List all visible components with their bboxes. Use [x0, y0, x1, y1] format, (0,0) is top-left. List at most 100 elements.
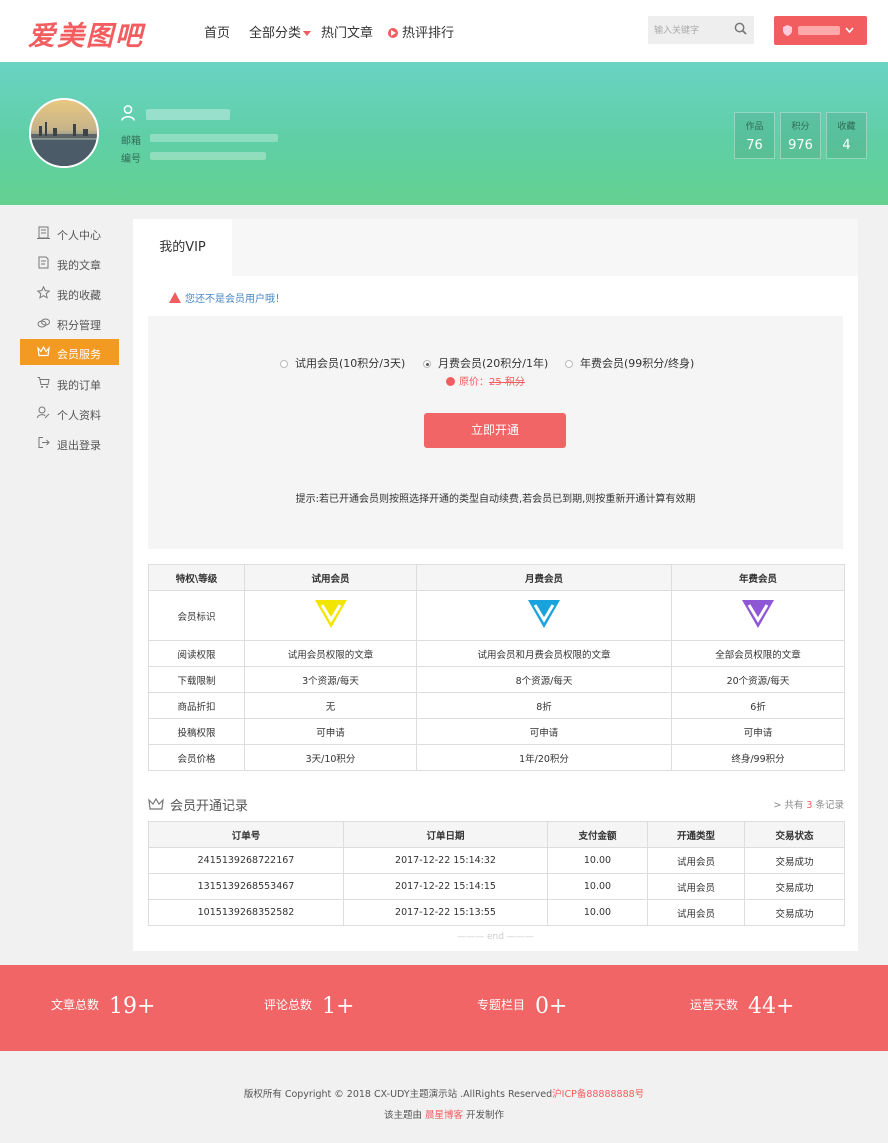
stat-running-days: 运营天数 44+: [690, 994, 794, 1019]
table-cell: [244, 590, 417, 641]
sidebar-item-label: 退出登录: [57, 439, 101, 452]
play-icon: [388, 28, 398, 38]
table-cell: 2017-12-22 15:14:32: [343, 847, 548, 874]
table-cell: 6折: [671, 692, 845, 719]
records-title-text: 会员开通记录: [170, 799, 249, 814]
records-table: 订单号 订单日期 支付金额 开通类型 交易状态 2415139268722167…: [148, 821, 845, 926]
stat-value: 1+: [322, 994, 355, 1019]
icp-link[interactable]: 沪ICP备88888888号: [552, 1089, 644, 1100]
avatar[interactable]: [29, 98, 99, 168]
table-cell: 1015139268352582: [148, 899, 344, 926]
table-row: 会员标识: [148, 590, 845, 641]
sidebar-item-logout[interactable]: 退出登录: [20, 430, 119, 456]
sidebar-item-articles[interactable]: 我的文章: [20, 250, 119, 276]
table-cell: 10.00: [547, 899, 648, 926]
crown-icon: [37, 345, 50, 357]
coins-icon: [37, 318, 50, 328]
option-yearly[interactable]: 年费会员(99积分/终身): [565, 355, 694, 371]
search-input[interactable]: 输入关键字: [654, 23, 699, 36]
table-row: 下载限制 3个资源/每天 8个资源/每天 20个资源/每天: [148, 666, 845, 693]
table-row: 会员价格 3天/10积分 1年/20积分 终身/99积分: [148, 744, 845, 771]
nav-hot-rank[interactable]: 热评排行: [388, 22, 454, 41]
stat-works[interactable]: 作品 76: [734, 112, 775, 159]
option-monthly[interactable]: 月费会员(20积分/1年): [423, 355, 548, 371]
table-cell: 2415139268722167: [148, 847, 344, 874]
table-cell: 下载限制: [148, 666, 245, 693]
site-stats-bar: 文章总数 19+ 评论总数 1+ 专题栏目 0+ 运营天数 44+: [0, 965, 888, 1051]
table-header-cell: 特权\等级: [148, 564, 245, 591]
crown-icon: [148, 798, 164, 810]
non-member-notice: 您还不是会员用户哦！: [169, 290, 285, 305]
nav-home[interactable]: 首页: [204, 22, 230, 41]
table-cell: 2017-12-22 15:14:15: [343, 873, 548, 900]
table-cell: [671, 590, 845, 641]
search-icon[interactable]: [734, 22, 747, 35]
profile-banner: 邮箱 编号 作品 76 积分 976 收藏 4: [0, 62, 888, 205]
table-cell: 10.00: [547, 847, 648, 874]
tab-my-vip[interactable]: 我的VIP: [133, 219, 232, 276]
table-header-cell: 订单号: [148, 821, 344, 848]
search-box[interactable]: 输入关键字: [648, 16, 754, 44]
cart-icon: [37, 377, 50, 388]
original-price-value: 25 积分: [489, 377, 525, 388]
user-edit-icon: [37, 406, 50, 419]
table-row: 投稿权限 可申请 可申请 可申请: [148, 718, 845, 745]
user-menu-button[interactable]: [774, 16, 867, 45]
stat-label: 文章总数: [51, 998, 100, 1012]
stat-points[interactable]: 积分 976: [780, 112, 821, 159]
stat-value: 76: [746, 138, 763, 153]
nav-hot-articles[interactable]: 热门文章: [321, 22, 373, 41]
sidebar-item-label: 个人中心: [57, 229, 101, 242]
table-cell: 会员标识: [148, 590, 245, 641]
table-cell: 10.00: [547, 873, 648, 900]
table-cell: 1年/20积分: [416, 744, 672, 771]
table-cell: 3个资源/每天: [244, 666, 417, 693]
sidebar-item-label: 我的收藏: [57, 289, 101, 302]
table-cell: 可申请: [244, 718, 417, 745]
stat-label: 积分: [791, 122, 810, 132]
table-cell: 无: [244, 692, 417, 719]
table-cell: 全部会员权限的文章: [671, 640, 845, 667]
option-label: 年费会员(99积分/终身): [580, 357, 695, 370]
option-trial[interactable]: 试用会员(10积分/3天): [280, 355, 405, 371]
sidebar-item-vip[interactable]: 会员服务: [20, 339, 119, 365]
vip-purchase-box: 试用会员(10积分/3天) 月费会员(20积分/1年) 年费会员(99积分/终身…: [148, 316, 843, 549]
privilege-table: 特权\等级 试用会员 月费会员 年费会员 会员标识 阅读权限 试用会员权限的文章…: [148, 564, 845, 771]
table-header-row: 订单号 订单日期 支付金额 开通类型 交易状态: [148, 821, 845, 848]
sidebar-item-favorites[interactable]: 我的收藏: [20, 280, 119, 306]
avatar-image: [31, 122, 97, 166]
vip-panel: 我的VIP 您还不是会员用户哦！ 试用会员(10积分/3天) 月费会员(20积分…: [133, 219, 858, 951]
table-row: 1015139268352582 2017-12-22 15:13:55 10.…: [148, 899, 845, 926]
stat-value: 0+: [535, 994, 568, 1019]
sidebar-item-points[interactable]: 积分管理: [20, 310, 119, 336]
sidebar-item-orders[interactable]: 我的订单: [20, 370, 119, 396]
stat-favorites[interactable]: 收藏 4: [826, 112, 867, 159]
records-count-prefix: > 共有: [773, 800, 804, 811]
table-cell: 3天/10积分: [244, 744, 417, 771]
site-logo[interactable]: 爱美图吧: [28, 14, 144, 53]
document-icon: [38, 256, 49, 269]
table-cell: 交易成功: [744, 847, 845, 874]
table-cell: 交易成功: [744, 873, 845, 900]
footer: 版权所有 Copyright © 2018 CX-UDY主题演示站 .AllRi…: [0, 1084, 888, 1126]
radio-icon: [565, 360, 573, 368]
table-row: 1315139268553467 2017-12-22 15:14:15 10.…: [148, 873, 845, 900]
activate-button[interactable]: 立即开通: [424, 413, 566, 448]
stat-label: 作品: [745, 122, 764, 132]
option-label: 试用会员(10积分/3天): [295, 357, 406, 370]
user-icon: [121, 105, 135, 121]
nav-categories[interactable]: 全部分类: [249, 22, 312, 41]
chevron-down-icon: [845, 27, 854, 34]
table-cell: 试用会员权限的文章: [244, 640, 417, 667]
table-header-cell: 试用会员: [244, 564, 417, 591]
table-header-cell: 开通类型: [647, 821, 745, 848]
username-blurred: [146, 109, 230, 120]
table-header-cell: 年费会员: [671, 564, 845, 591]
sidebar-item-profile[interactable]: 个人资料: [20, 400, 119, 426]
sidebar-item-home[interactable]: 个人中心: [20, 220, 119, 246]
logout-icon: [38, 437, 50, 448]
sidebar-item-label: 个人资料: [57, 409, 101, 422]
yearly-vip-badge-icon: [742, 600, 774, 628]
table-header-cell: 交易状态: [744, 821, 845, 848]
author-link[interactable]: 晨星博客: [425, 1110, 463, 1121]
